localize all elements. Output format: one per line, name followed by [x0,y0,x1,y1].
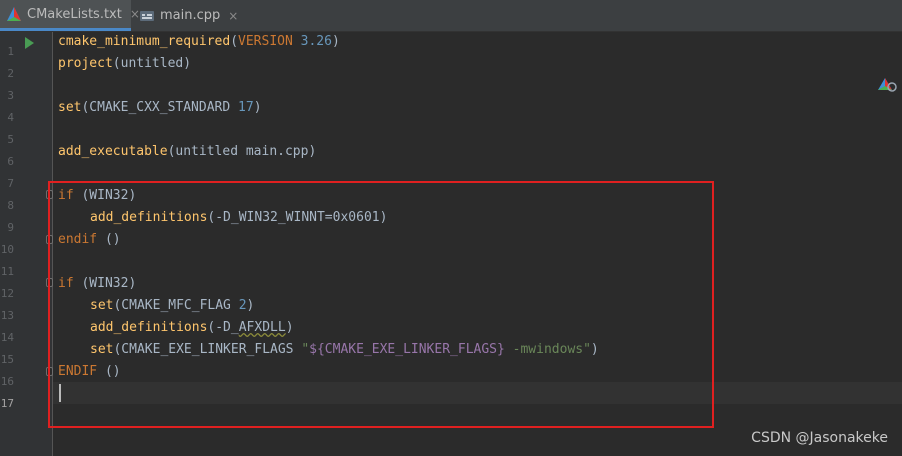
line-number: 7 [7,177,14,190]
command-name: project [58,56,113,71]
paren: ) [253,100,262,115]
line-number: 4 [7,111,14,124]
number-literal: 3.26 [300,34,332,49]
cmake-reload-icon[interactable] [877,72,897,96]
args: (untitled) [112,56,192,71]
paren: ) [331,34,340,49]
tab-main-cpp[interactable]: main.cpp × [133,0,238,31]
editor-tab-bar: CMakeLists.txt × main.cpp × [0,0,902,32]
tab-label: CMakeLists.txt [27,6,122,22]
code-line-2[interactable]: project(untitled) [58,53,191,75]
line-number-current: 17 [0,397,14,410]
line-number: 11 [0,265,14,278]
code-line-4[interactable]: set(CMAKE_CXX_STANDARD 17) [58,97,262,119]
cmake-file-icon [6,6,22,22]
command-name: set [58,100,82,115]
highlight-annotation-box [48,181,714,428]
code-line-6[interactable]: add_executable(untitled main.cpp) [58,141,316,163]
line-number: 1 [7,45,14,58]
args: (untitled main.cpp) [167,144,317,159]
tab-label: main.cpp [160,8,221,23]
keyword-arg: VERSION [238,34,293,49]
line-number: 2 [7,67,14,80]
line-number: 16 [0,375,14,388]
line-number: 12 [0,287,14,300]
line-number-gutter[interactable]: 1 2 3 4 5 6 7 8 9 10 11 12 13 14 15 16 1… [0,32,53,456]
code-line-1[interactable]: cmake_minimum_required(VERSION 3.26) [58,31,340,53]
command-name: add_executable [58,144,168,159]
run-icon[interactable] [25,37,34,49]
tab-cmakelists[interactable]: CMakeLists.txt × [0,0,140,31]
close-icon[interactable]: × [228,9,238,23]
line-number: 10 [0,243,14,256]
paren: ( [230,34,239,49]
line-number: 13 [0,309,14,322]
line-number: 15 [0,353,14,366]
line-number: 8 [7,199,14,212]
command-name: cmake_minimum_required [58,34,231,49]
watermark: CSDN @Jasonakeke [751,430,888,446]
cpp-file-icon [139,8,155,24]
line-number: 3 [7,89,14,102]
line-number: 6 [7,155,14,168]
line-number: 5 [7,133,14,146]
args: (CMAKE_CXX_STANDARD [81,100,239,115]
line-number: 9 [7,221,14,234]
number-literal: 17 [238,100,254,115]
line-number: 14 [0,331,14,344]
